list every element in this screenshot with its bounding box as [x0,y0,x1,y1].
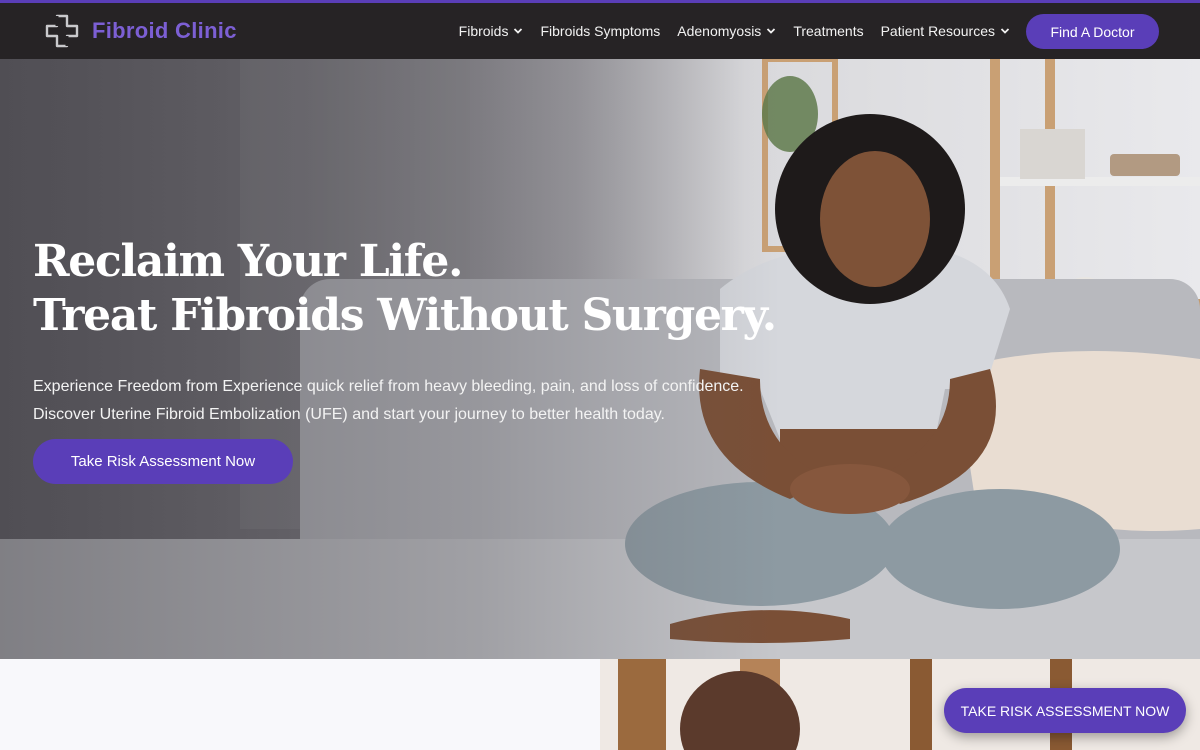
site-header: Fibroid Clinic Fibroids Fibroids Symptom… [0,3,1200,59]
hero-title: Reclaim Your Life. Treat Fibroids Withou… [33,235,777,343]
floating-risk-assessment-button[interactable]: TAKE RISK ASSESSMENT NOW [944,688,1186,733]
chevron-down-icon [767,28,776,34]
main-nav: Fibroids Fibroids Symptoms Adenomyosis T… [459,3,1010,59]
nav-item-label: Fibroids Symptoms [540,23,661,39]
hero-subtitle-line-1: Experience Freedom from Experience quick… [33,378,744,395]
hero-section: Reclaim Your Life. Treat Fibroids Withou… [0,59,1200,659]
hero-title-line-2: Treat Fibroids Without Surgery. [33,290,777,341]
find-doctor-button[interactable]: Find A Doctor [1026,14,1159,49]
take-risk-assessment-button[interactable]: Take Risk Assessment Now [33,439,293,484]
cross-outline-icon [45,14,79,48]
nav-item-label: Treatments [793,23,864,39]
nav-item-fibroids-symptoms[interactable]: Fibroids Symptoms [540,23,660,39]
nav-item-label: Fibroids [458,23,509,39]
chevron-down-icon [1000,28,1010,34]
hero-subtitle-line-2: Discover Uterine Fibroid Embolization (U… [33,406,665,423]
nav-item-label: Adenomyosis [677,23,762,39]
hero-overlay [0,59,1200,659]
brand-name: Fibroid Clinic [92,18,237,43]
nav-item-patient-resources[interactable]: Patient Resources [881,23,1010,39]
chevron-down-icon [514,28,523,34]
hero-subtitle: Experience Freedom from Experience quick… [33,373,793,429]
nav-item-fibroids[interactable]: Fibroids [459,23,524,39]
nav-item-label: Patient Resources [880,23,995,39]
hero-title-line-1: Reclaim Your Life. [33,236,463,287]
site-logo[interactable]: Fibroid Clinic [44,13,237,49]
nav-item-adenomyosis[interactable]: Adenomyosis [677,23,776,39]
nav-item-treatments[interactable]: Treatments [793,23,863,39]
